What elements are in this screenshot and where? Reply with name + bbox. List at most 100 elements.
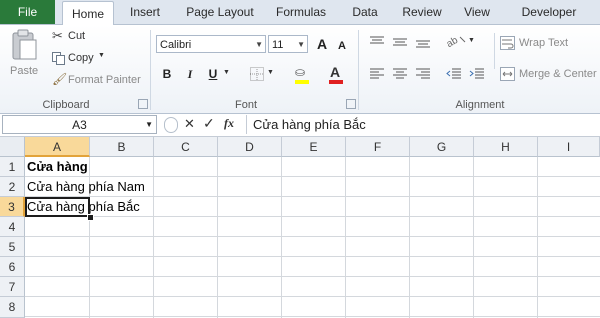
row-header-5[interactable]: 5 [0,237,25,257]
increase-indent-icon[interactable] [469,67,485,81]
row-header-6[interactable]: 6 [0,257,25,277]
enter-icon[interactable]: ✓ [203,115,215,132]
gridline [537,157,538,318]
worksheet-grid[interactable]: A B C D E F G H I 1 2 3 4 5 6 7 8 Cửa hà… [0,137,600,318]
font-color-letter: A [330,64,341,80]
svg-text:ab: ab [446,35,460,49]
column-header-d[interactable]: D [218,137,282,157]
align-center-icon[interactable] [392,67,408,81]
select-all-corner[interactable] [0,137,25,157]
gridline [153,157,154,318]
align-right-icon[interactable] [415,67,431,81]
chevron-down-icon: ▼ [223,69,230,76]
decrease-indent-icon[interactable] [446,67,462,81]
bold-button[interactable]: B [158,65,176,83]
tab-view[interactable]: View [458,0,496,24]
column-header-a[interactable]: A [25,137,90,157]
font-launcher-icon[interactable] [346,99,356,109]
group-divider [150,30,151,110]
insert-function-icon[interactable]: fx [224,116,234,131]
format-painter-label: Format Painter [68,74,141,86]
font-name-combo[interactable]: Calibri ▼ [156,35,266,53]
wrap-text-button[interactable]: Wrap Text [500,35,600,53]
expand-dots-icon [164,117,178,133]
tab-file[interactable]: File [0,0,55,24]
italic-button[interactable]: I [181,65,199,83]
column-header-g[interactable]: G [410,137,474,157]
chevron-down-icon: ▼ [145,120,153,129]
gridline [25,276,600,277]
paste-label: Paste [10,65,39,77]
row-header-8[interactable]: 8 [0,297,25,318]
gridline [281,157,282,318]
font-color-button[interactable]: A [327,64,351,85]
grow-font-button[interactable]: A [313,35,331,53]
row-header-1[interactable]: 1 [0,157,25,177]
wrap-text-icon [500,36,515,50]
row-header-4[interactable]: 4 [0,217,25,237]
tab-home[interactable]: Home [62,1,114,26]
paint-bucket-icon: ⛀ [295,65,306,79]
wrap-text-label: Wrap Text [519,37,569,49]
align-left-icon[interactable] [369,67,385,81]
gridline [409,157,410,318]
cut-label: Cut [68,30,86,42]
column-header-i[interactable]: I [538,137,600,157]
font-name-value: Calibri [160,39,192,51]
gridline [25,236,600,237]
fill-color-swatch [295,80,309,84]
column-header-c[interactable]: C [154,137,218,157]
tab-formulas[interactable]: Formulas [270,0,332,24]
chevron-down-icon: ▼ [468,37,475,44]
align-bottom-icon[interactable] [415,35,431,49]
chevron-down-icon: ▼ [267,69,274,76]
row-header-2[interactable]: 2 [0,177,25,197]
copy-label: Copy [68,52,94,64]
merge-center-icon [500,67,515,81]
tab-data[interactable]: Data [345,0,385,24]
row-header-7[interactable]: 7 [0,277,25,297]
row-header-3[interactable]: 3 [0,197,25,217]
column-header-h[interactable]: H [474,137,538,157]
tab-developer[interactable]: Developer [512,0,586,24]
merge-center-button[interactable]: Merge & Center [500,66,600,84]
tab-insert[interactable]: Insert [122,0,168,24]
fill-handle[interactable] [87,214,94,221]
formula-buttons: ✕ ✓ fx [162,115,246,134]
copy-icon [52,52,65,65]
orientation-icon[interactable]: ab [446,33,468,49]
fill-color-button[interactable]: ⛀ [293,65,317,85]
gridline [25,316,600,317]
column-header-f[interactable]: F [346,137,410,157]
borders-icon[interactable] [250,67,264,81]
scissors-icon: ✂ [52,28,63,43]
align-middle-icon[interactable] [392,35,408,49]
ribbon-home: Paste ✂ Cut Copy ▼ 🖌 Format Painter Clip… [0,25,600,114]
cut-button[interactable]: ✂ Cut [52,28,112,46]
gridline [473,157,474,318]
gridline [217,157,218,318]
gridline [25,256,600,257]
font-group-label: Font [234,99,257,111]
format-painter-button[interactable]: 🖌 Format Painter [52,72,148,90]
name-box[interactable]: A3 ▼ [2,115,157,134]
column-header-e[interactable]: E [282,137,346,157]
paste-button[interactable]: Paste [4,27,44,83]
formula-input[interactable]: Cửa hàng phía Bắc [246,115,600,134]
column-header-b[interactable]: B [90,137,154,157]
chevron-down-icon: ▼ [98,52,105,59]
tab-review[interactable]: Review [397,0,447,24]
align-top-icon[interactable] [369,35,385,49]
shrink-font-button[interactable]: A [333,37,351,55]
font-size-combo[interactable]: 11 ▼ [268,35,308,53]
copy-button[interactable]: Copy ▼ [52,50,112,68]
cell-a2[interactable]: Cửa hàng phía Nam [27,177,145,197]
formula-bar: A3 ▼ ✕ ✓ fx Cửa hàng phía Bắc [0,114,600,137]
alignment-group-label: Alignment [455,99,505,111]
cell-a1[interactable]: Cửa hàng [27,157,88,177]
clipboard-launcher-icon[interactable] [138,99,148,109]
tab-page-layout[interactable]: Page Layout [182,0,258,24]
cancel-icon[interactable]: ✕ [184,116,195,132]
active-cell-border [25,197,90,217]
underline-button[interactable]: U [204,65,222,83]
